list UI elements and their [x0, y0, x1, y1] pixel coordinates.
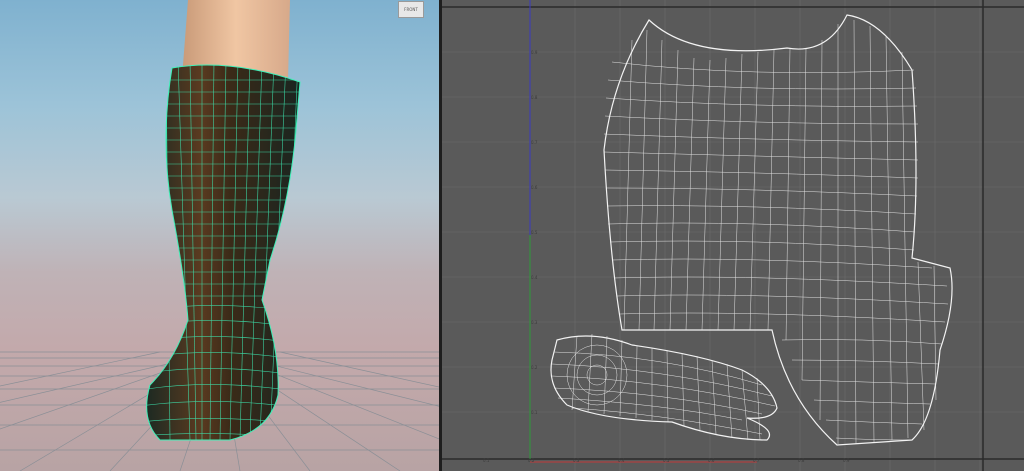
uv-grid — [442, 0, 1024, 471]
boot-mesh — [146, 64, 301, 441]
viewcube-label: FRONT — [404, 7, 418, 12]
u-tick: 0.9 — [843, 458, 850, 463]
perspective-viewport[interactable]: FRONT — [0, 0, 439, 471]
v-tick: 0.6 — [531, 185, 538, 190]
uv-canvas — [442, 0, 1024, 471]
v-tick: 0.3 — [531, 320, 538, 325]
viewcube[interactable]: FRONT — [398, 1, 424, 18]
u-tick: 0.7 — [753, 458, 760, 463]
viewport-scene — [0, 0, 439, 471]
u-tick: 0.8 — [798, 458, 805, 463]
u-tick: 0.2 — [528, 458, 535, 463]
uv-shell-shaft — [603, 14, 953, 446]
v-tick: 0.4 — [531, 275, 538, 280]
u-tick: 0.5 — [663, 458, 670, 463]
u-tick: 0.6 — [708, 458, 715, 463]
v-tick: 0.9 — [531, 50, 538, 55]
uv-editor[interactable]: 0.9 0.8 0.7 0.6 0.5 0.4 0.3 0.2 0.1 0.1 … — [442, 0, 1024, 471]
v-tick: 0.7 — [531, 140, 538, 145]
v-tick: 0.2 — [531, 365, 538, 370]
v-tick: 0.5 — [531, 230, 538, 235]
v-tick: 0.1 — [531, 410, 538, 415]
u-tick: 0.3 — [573, 458, 580, 463]
u-tick: 0.1 — [483, 458, 490, 463]
uv-shell-foot — [550, 333, 778, 441]
v-tick: 0.8 — [531, 95, 538, 100]
u-tick: 0.4 — [618, 458, 625, 463]
